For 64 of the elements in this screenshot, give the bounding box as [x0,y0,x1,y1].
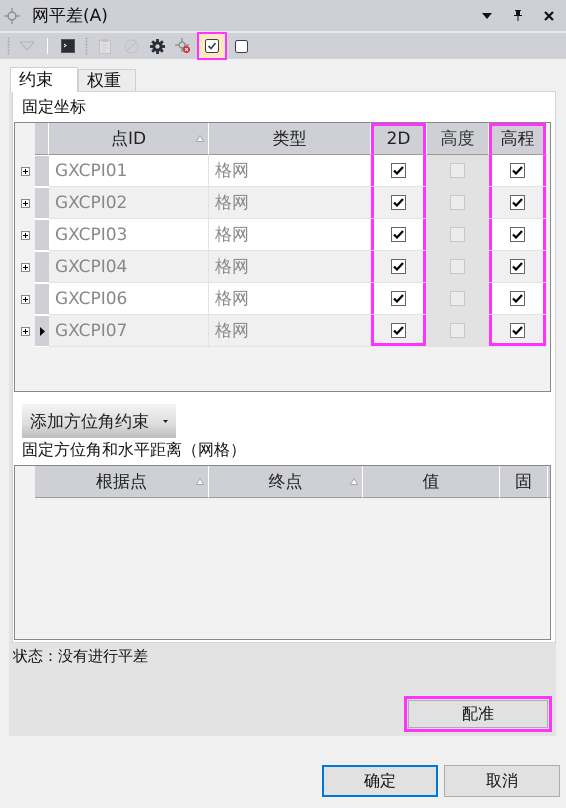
crosshair-icon [4,8,20,24]
table-cell: GXCPI04 [49,251,209,283]
column-header[interactable]: 类型 [209,123,371,155]
current-row-icon [40,326,44,336]
dropdown-icon[interactable] [482,12,492,18]
checkbox[interactable] [234,40,248,52]
checkbox[interactable] [510,291,525,306]
row-selector[interactable] [35,315,49,347]
sort-icon [350,478,358,485]
caret-icon [163,420,168,422]
header-corner [35,123,49,155]
pin-icon[interactable] [514,10,522,21]
table-cell: 格网 [209,315,371,347]
expand-icon[interactable] [20,294,30,304]
sort-icon [196,135,204,142]
remove-point-icon[interactable] [175,38,191,54]
table-cell: GXCPI03 [49,219,209,251]
checkbox[interactable] [510,195,525,210]
checkbox[interactable] [391,291,406,306]
window-title: 网平差(A) [32,5,108,27]
console-icon[interactable] [61,39,75,53]
settings-icon[interactable] [150,38,164,54]
column-header[interactable]: 点ID [49,123,209,155]
table-cell: 格网 [209,219,371,251]
tab[interactable]: 约束 [10,67,78,92]
section-title: 固定坐标 [21,96,87,118]
table-cell: 格网 [209,187,371,219]
cancel-button[interactable]: 取消 [444,765,560,797]
checkbox[interactable] [510,323,525,338]
table-cell: GXCPI02 [49,187,209,219]
expand-icon[interactable] [20,166,30,176]
table-cell: 格网 [209,283,371,315]
expand-icon[interactable] [20,198,30,208]
section-title: 固定方位角和水平距离（网格） [21,439,247,461]
column-header[interactable]: 2D [371,123,427,155]
register-button[interactable]: 配准 [408,700,548,728]
add-azimuth-constraint-button[interactable]: 添加方位角约束 [22,404,176,438]
checkbox[interactable] [510,163,525,178]
checkbox[interactable] [391,195,406,210]
status-text: 状态：没有进行平差 [13,647,149,667]
expand-icon[interactable] [20,230,30,240]
column-header[interactable]: 固 [500,466,548,498]
column-header[interactable]: 值 [363,466,500,498]
table-cell: 格网 [209,251,371,283]
expand-icon[interactable] [20,326,30,336]
checkbox[interactable] [510,259,525,274]
checkbox[interactable] [391,227,406,242]
table-cell: 格网 [209,155,371,187]
column-header[interactable]: 高程 [489,123,547,155]
checkbox[interactable] [391,259,406,274]
expand-icon[interactable] [20,262,30,272]
sort-icon [196,478,204,485]
table-cell: GXCPI01 [49,155,209,187]
checkbox[interactable] [391,163,406,178]
column-header[interactable]: 根据点 [35,466,209,498]
checkbox[interactable] [510,227,525,242]
checkbox[interactable] [391,323,406,338]
tab[interactable]: 权重 [78,69,136,91]
ok-button[interactable]: 确定 [322,765,438,797]
highlighted-tool-button[interactable] [197,32,227,60]
table-cell: GXCPI07 [49,315,209,347]
table-cell: GXCPI06 [49,283,209,315]
close-icon[interactable] [544,10,554,20]
column-header[interactable]: 终点 [209,466,363,498]
